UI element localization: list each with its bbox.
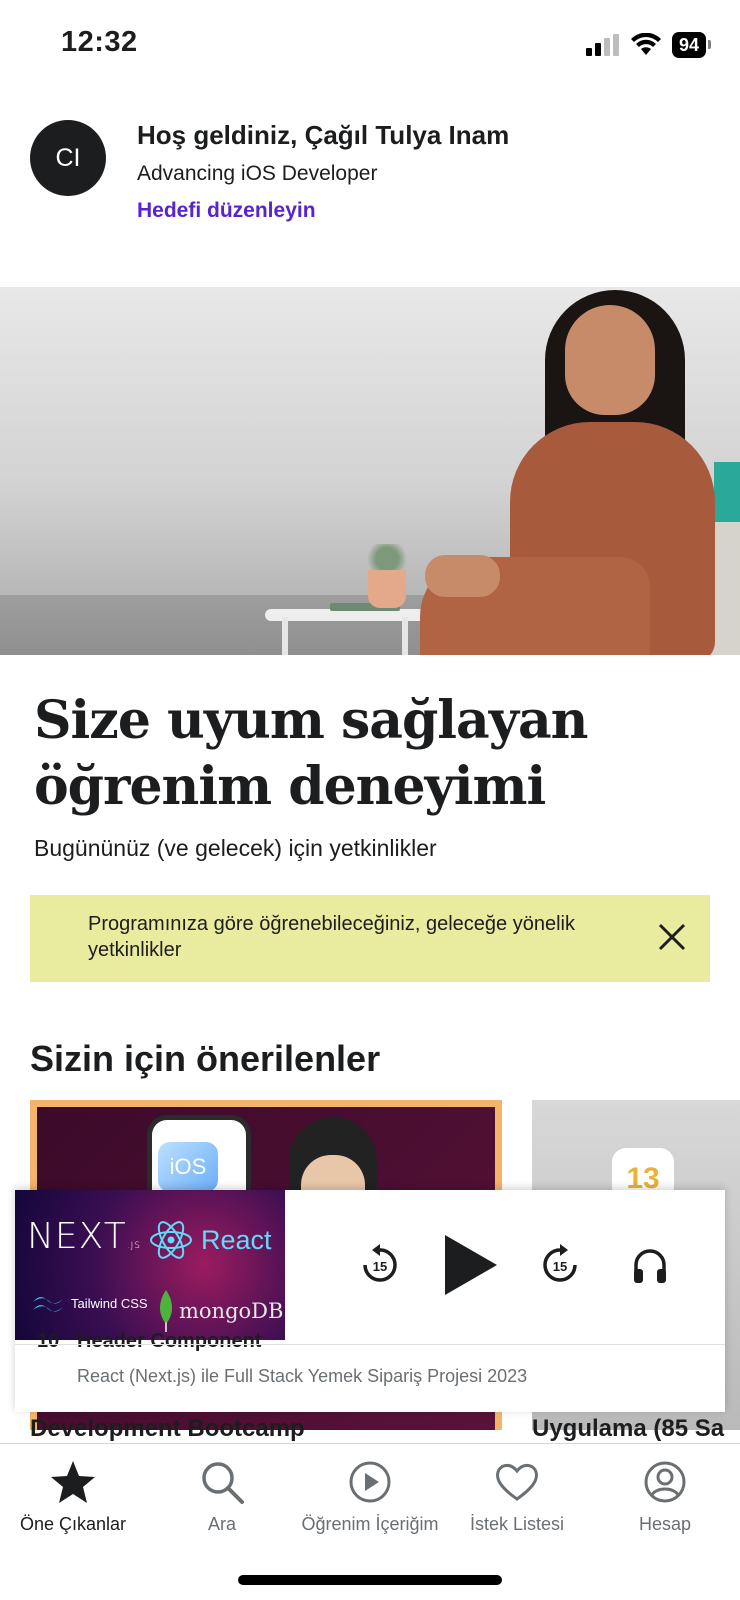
tailwind-wave-icon (33, 1296, 63, 1312)
hero-chair-accent (714, 462, 740, 522)
lecture-title: Header Component (77, 1330, 262, 1352)
cellular-signal-icon (585, 34, 619, 56)
forward-seconds: 15 (553, 1259, 567, 1274)
tab-featured[interactable]: Öne Çıkanlar (0, 1456, 148, 1535)
mini-player-thumbnail[interactable]: NEXT.JS React Tailwind CSS mongoDB (15, 1190, 285, 1340)
hero-headline: Size uyum sağlayan öğrenim deneyimi (34, 688, 714, 820)
course-card-title[interactable]: Development Bootcamp (30, 1415, 305, 1443)
hero-image (0, 287, 740, 655)
hero-subheadline: Bugününüz (ve gelecek) için yetkinlikler (34, 835, 437, 861)
welcome-text: Hoş geldiniz, Çağıl Tulya Inam (137, 120, 510, 150)
tailwind-logo: Tailwind CSS (31, 1293, 148, 1313)
lecture-number: 10 (37, 1330, 60, 1352)
headphones-icon[interactable] (625, 1230, 675, 1300)
hero-person-hands (425, 555, 500, 597)
play-icon[interactable] (435, 1230, 505, 1300)
hero-person-face (565, 305, 655, 415)
hero-table-leg (282, 617, 288, 655)
wifi-icon (630, 33, 661, 55)
status-bar: 12:32 94 (0, 0, 740, 90)
heart-icon (442, 1456, 592, 1508)
edit-goal-link[interactable]: Hedefi düzenleyin (137, 199, 316, 223)
home-indicator[interactable] (238, 1575, 502, 1585)
play-circle-icon (295, 1456, 445, 1508)
tab-my-learning[interactable]: Öğrenim İçeriğim (295, 1456, 445, 1535)
tab-my-learning-label: Öğrenim İçeriğim (301, 1514, 439, 1534)
avatar[interactable]: CI (30, 120, 106, 196)
hero-headline-line1: Size uyum sağlayan (34, 690, 588, 751)
tab-account[interactable]: Hesap (590, 1456, 740, 1535)
course-title: React (Next.js) ile Full Stack Yemek Sip… (77, 1366, 528, 1386)
battery-indicator: 94 (671, 32, 712, 58)
react-logo: React (149, 1220, 272, 1260)
tab-search-label: Ara (207, 1514, 236, 1534)
mongodb-logo: mongoDB (157, 1290, 283, 1332)
nextjs-logo: NEXT.JS (27, 1216, 141, 1257)
mongodb-logo-text: mongoDB (179, 1299, 284, 1323)
mongodb-leaf-icon (160, 1290, 172, 1332)
recommended-section-title: Sizin için önerilenler (30, 1038, 381, 1079)
react-logo-text: React (201, 1224, 272, 1255)
search-icon (147, 1456, 297, 1508)
player-divider (15, 1344, 725, 1345)
status-icons: 94 (585, 32, 712, 58)
notice-banner: Programınıza göre öğrenebileceğiniz, gel… (30, 895, 710, 982)
react-atom-icon (150, 1221, 192, 1259)
ios-badge: iOS (158, 1142, 218, 1192)
hero-pot (368, 570, 406, 608)
tab-account-label: Hesap (638, 1514, 692, 1534)
tab-featured-label: Öne Çıkanlar (19, 1514, 127, 1534)
forward-15-icon[interactable]: 15 (535, 1230, 585, 1300)
goal-text: Advancing iOS Developer (137, 162, 378, 185)
tailwind-logo-text: Tailwind CSS (71, 1295, 148, 1311)
tab-wishlist[interactable]: İstek Listesi (442, 1456, 592, 1535)
rewind-15-icon[interactable]: 15 (355, 1230, 405, 1300)
status-time: 12:32 (61, 26, 138, 58)
notice-text: Programınıza göre öğrenebileceğiniz, gel… (88, 913, 575, 961)
close-icon[interactable] (652, 917, 692, 957)
course-card-title[interactable]: Uygulama (85 Sa (532, 1415, 724, 1443)
tab-search[interactable]: Ara (147, 1456, 297, 1535)
nextjs-logo-text: NEXT (27, 1216, 127, 1257)
rewind-seconds: 15 (373, 1259, 387, 1274)
nextjs-logo-suffix: .JS (126, 1241, 141, 1251)
account-icon (590, 1456, 740, 1508)
hero-headline-line2: öğrenim deneyimi (34, 756, 546, 817)
star-icon (0, 1456, 148, 1508)
tab-wishlist-label: İstek Listesi (469, 1514, 565, 1534)
player-controls: 15 15 (335, 1230, 695, 1300)
mini-player[interactable]: NEXT.JS React Tailwind CSS mongoDB 15 15… (15, 1190, 725, 1412)
hero-table-leg (402, 617, 408, 655)
